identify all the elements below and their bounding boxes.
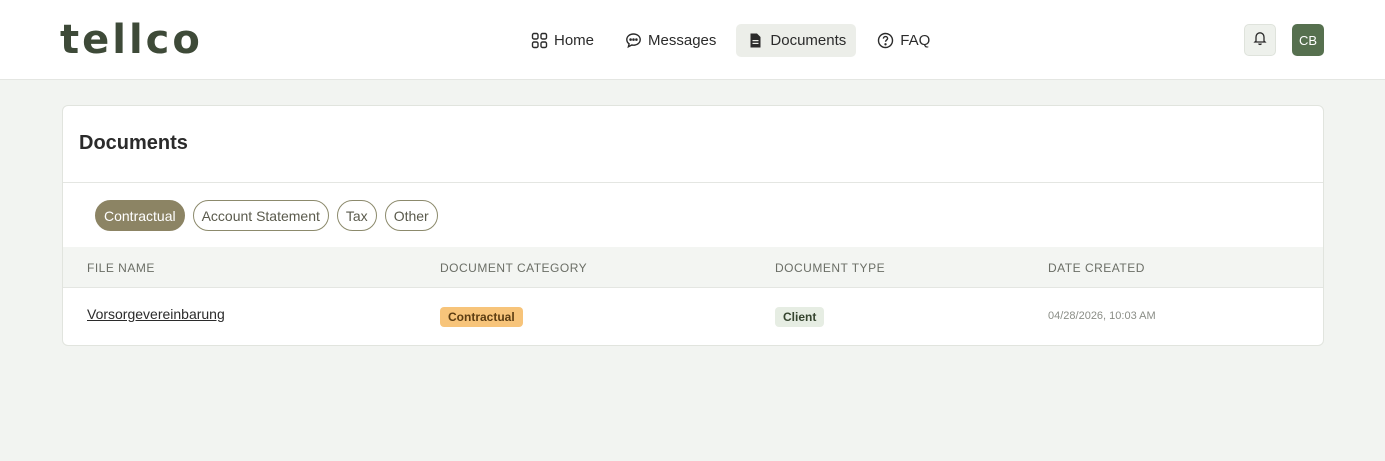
chat-bubble-icon: [624, 32, 642, 50]
nav-label-messages: Messages: [648, 32, 717, 49]
page-title: Documents: [79, 132, 188, 154]
date-created: 04/28/2026, 10:03 AM: [1048, 310, 1156, 322]
nav-label-faq: FAQ: [900, 32, 931, 49]
top-header: tellco Home Messages Documents FAQ CB: [0, 0, 1385, 80]
nav-item-documents[interactable]: Documents: [736, 24, 857, 57]
filter-account-statement[interactable]: Account Statement: [192, 200, 329, 231]
document-type-badge: Client: [775, 307, 825, 327]
nav-label-home: Home: [554, 32, 595, 49]
card-divider: [63, 182, 1323, 183]
document-icon: [746, 32, 764, 50]
category-badge: Contractual: [440, 307, 523, 327]
nav-item-home[interactable]: Home: [520, 24, 604, 57]
filter-other[interactable]: Other: [384, 200, 438, 231]
column-header-date-created[interactable]: DATE CREATED: [1048, 261, 1145, 275]
filter-contractual[interactable]: Contractual: [95, 200, 185, 231]
column-header-document-type[interactable]: DOCUMENT TYPE: [775, 261, 885, 275]
nav-label-documents: Documents: [770, 32, 847, 49]
file-name-link[interactable]: Vorsorgevereinbarung: [87, 306, 225, 322]
main-nav: Home Messages Documents FAQ: [520, 24, 940, 57]
grid-icon: [530, 32, 548, 50]
nav-item-messages[interactable]: Messages: [614, 24, 726, 57]
user-avatar[interactable]: CB: [1292, 24, 1324, 56]
notifications-button[interactable]: [1244, 24, 1276, 56]
documents-card: Documents Contractual Account Statement …: [62, 105, 1324, 346]
help-circle-icon: [876, 32, 894, 50]
column-header-document-category[interactable]: DOCUMENT CATEGORY: [440, 261, 587, 275]
nav-item-faq[interactable]: FAQ: [866, 24, 940, 57]
filter-tax[interactable]: Tax: [336, 200, 377, 231]
category-filters: Contractual Account Statement Tax Other: [95, 200, 438, 231]
bell-icon: [1252, 30, 1268, 51]
tellco-logo[interactable]: tellco: [60, 16, 203, 64]
table-header: FILE NAME DOCUMENT CATEGORY DOCUMENT TYP…: [63, 247, 1323, 288]
table-row[interactable]: Vorsorgevereinbarung Contractual Client …: [63, 288, 1323, 345]
column-header-file-name[interactable]: FILE NAME: [87, 261, 155, 275]
